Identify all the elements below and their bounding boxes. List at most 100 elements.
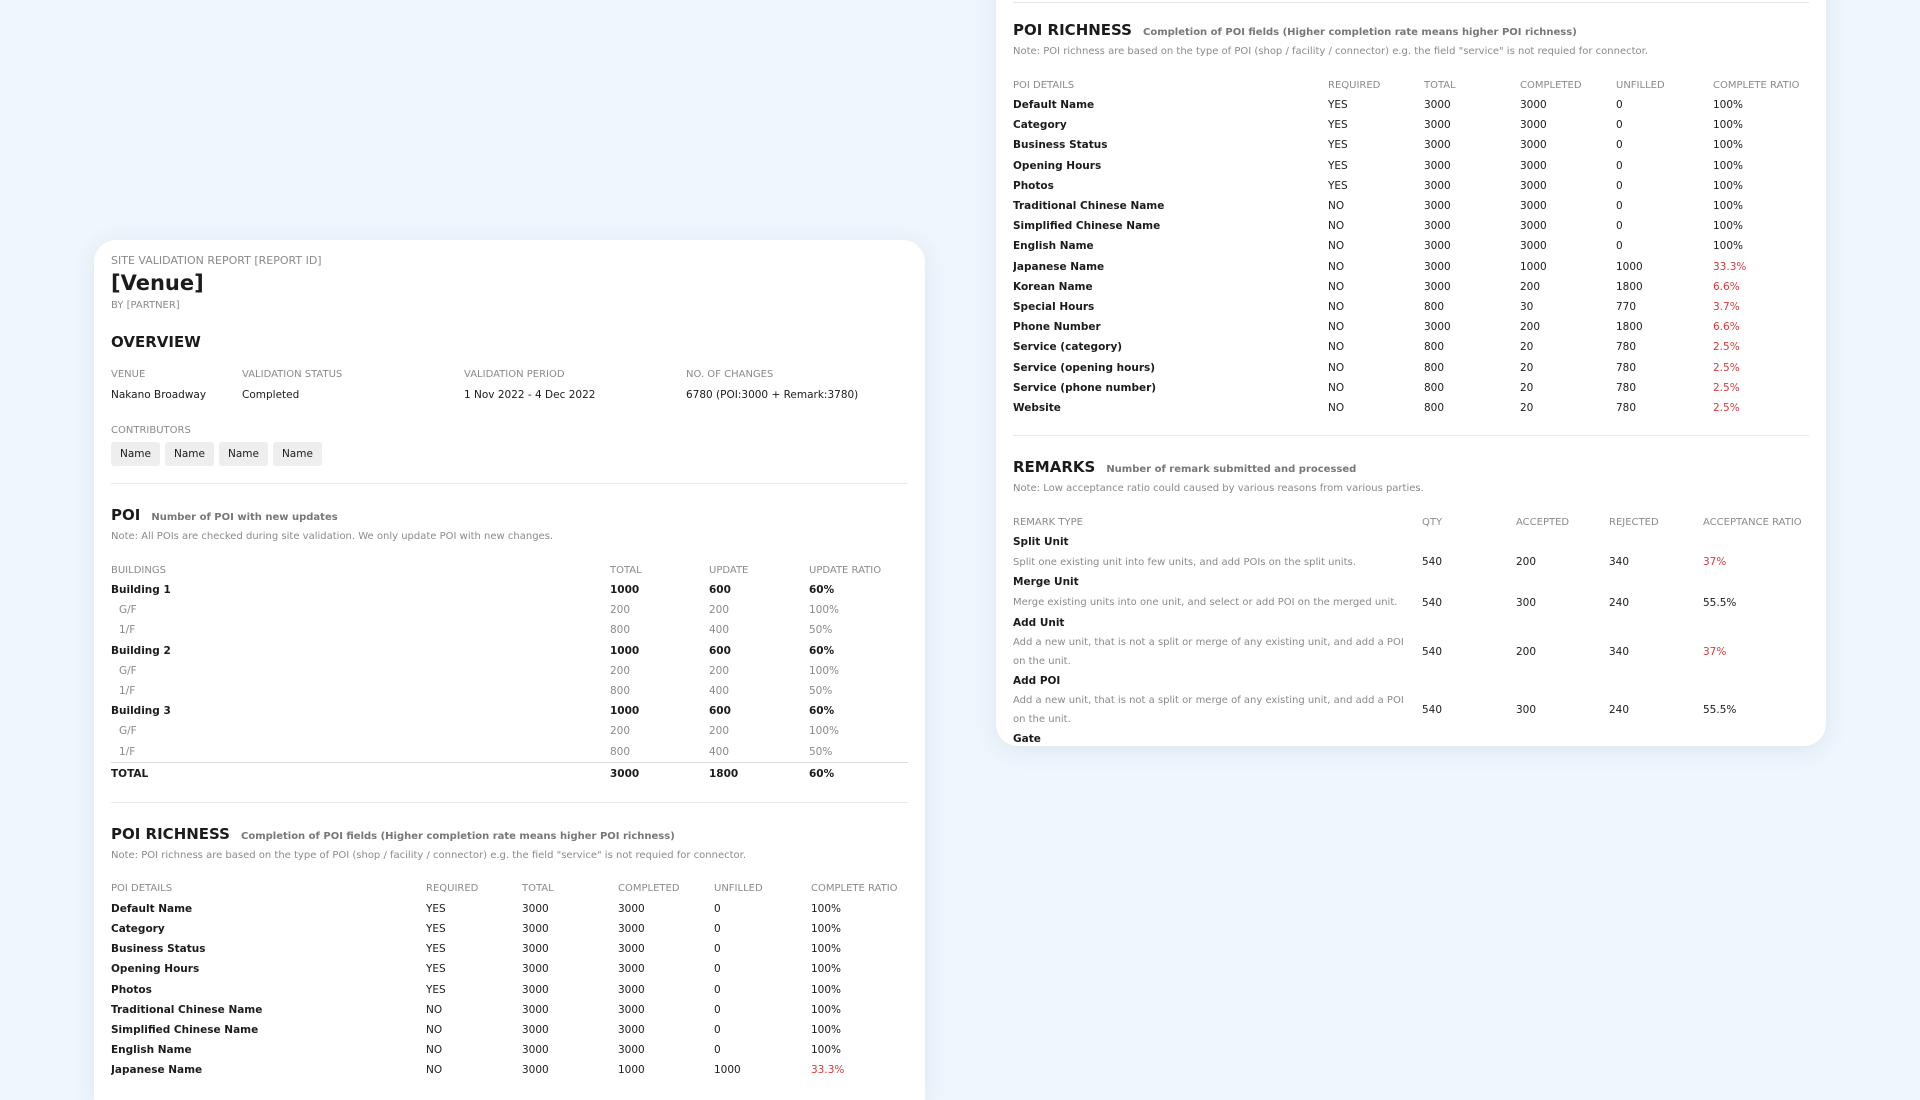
cell-value: 200 — [709, 664, 730, 677]
table-header-row: REMARK TYPE QTY ACCEPTED REJECTED ACCEPTANCE… — [1013, 512, 1809, 532]
cell-value: 200 — [709, 725, 730, 738]
cell-value: 20 — [1520, 361, 1534, 374]
contributor-chip[interactable]: Name — [218, 442, 268, 466]
remark-qty: 540 — [1422, 556, 1443, 569]
remark-type: Add POI — [1013, 675, 1061, 688]
table-row: Opening Hours YES 3000 3000 0 100% — [1013, 156, 1809, 176]
remark-description: Add a new unit, that is not a split or m… — [1013, 636, 1404, 667]
cell-value: 20 — [1520, 341, 1534, 354]
cell-value: 3000 — [1520, 119, 1547, 132]
table-row: Category YES 3000 3000 0 100% — [1013, 115, 1809, 135]
venue-value: Nakano Broadway — [111, 389, 207, 401]
contributor-chip[interactable]: Name — [111, 442, 160, 466]
cell-value: 1000 — [610, 584, 640, 597]
table-header-row: POI DETAILS REQUIRED TOTAL COMPLETED UNFILLE… — [111, 879, 908, 899]
row-label: Traditional Chinese Name — [1013, 200, 1165, 213]
table-row: Service (phone number) NO 800 20 780 2.5% — [1013, 378, 1809, 398]
partner-line: BY [PARTNER] — [111, 300, 180, 311]
table-row: Traditional Chinese Name NO 3000 3000 0 100% — [111, 1000, 908, 1020]
cell-value: NO — [1328, 321, 1345, 334]
cell-value: 1800 — [709, 761, 809, 785]
cell-value: 1000 — [610, 705, 640, 718]
row-label: Japanese Name — [111, 1064, 203, 1077]
richness-note: Note: POI richness are based on the type… — [1013, 46, 1648, 57]
table-row: 1/F 800 400 50% — [111, 620, 908, 640]
cell-value: YES — [1328, 159, 1348, 172]
table-row: Simplified Chinese Name NO 3000 3000 0 100% — [1013, 216, 1809, 236]
remarks-title: REMARKS — [1013, 458, 1096, 476]
table-row: Japanese Name NO 3000 1000 1000 33.3% — [111, 1060, 908, 1080]
remark-type-row: Add POI — [1013, 671, 1809, 691]
table-row: 1/F 800 400 50% — [111, 681, 908, 701]
row-label: G/F — [119, 664, 137, 677]
row-label: Website — [1013, 401, 1061, 414]
table-row: Business Status YES 3000 3000 0 100% — [1013, 135, 1809, 155]
row-label: Traditional Chinese Name — [111, 1003, 263, 1016]
remark-accepted: 200 — [1516, 556, 1537, 569]
cell-value: 3000 — [522, 963, 549, 976]
table-row: Special Hours NO 800 30 770 3.7% — [1013, 297, 1809, 317]
contributor-chip[interactable]: Name — [272, 442, 322, 466]
cell-value: 0 — [1616, 119, 1623, 132]
cell-value: 780 — [1616, 401, 1637, 414]
remark-type: Split Unit — [1013, 536, 1069, 549]
remark-qty: 540 — [1422, 704, 1443, 717]
cell-value: 100% — [811, 1044, 842, 1057]
remark-ratio: 55.5% — [1703, 704, 1737, 717]
cell-value: YES — [426, 963, 446, 976]
cell-value: YES — [426, 902, 446, 915]
cell-value: 3000 — [522, 1064, 549, 1077]
cell-value: 400 — [709, 745, 730, 758]
cell-value: 3000 — [1520, 139, 1547, 152]
column-header: UPDATE — [709, 564, 749, 576]
cell-value: 2.5% — [1713, 361, 1740, 374]
row-label: Phone Number — [1013, 321, 1101, 334]
row-label: Default Name — [111, 902, 193, 915]
table-row: Service (category) NO 800 20 780 2.5% — [1013, 337, 1809, 357]
row-label: Photos — [1013, 179, 1054, 192]
cell-value: 3.7% — [1713, 300, 1740, 313]
table-row: English Name NO 3000 3000 0 100% — [111, 1040, 908, 1060]
richness-title: POI RICHNESS — [1013, 21, 1132, 39]
section-divider — [1013, 2, 1809, 3]
cell-value: YES — [426, 922, 446, 935]
cell-value: NO — [426, 1023, 443, 1036]
cell-value: 600 — [709, 644, 731, 657]
remark-detail-row: Merge existing units into one unit, and … — [1013, 593, 1809, 613]
cell-value: 100% — [811, 983, 842, 996]
table-row: Japanese Name NO 3000 1000 1000 33.3% — [1013, 257, 1809, 277]
cell-value: 50% — [809, 745, 833, 758]
cell-value: 100% — [811, 1003, 842, 1016]
overview-changes: NO. OF CHANGES 6780 (POI:3000 + Remark:3… — [686, 369, 858, 401]
cell-value: 20 — [1520, 381, 1534, 394]
table-row: Website NO 800 20 780 2.5% — [1013, 398, 1809, 418]
cell-value: 33.3% — [811, 1064, 845, 1077]
cell-value: YES — [1328, 139, 1348, 152]
contributors-list: Name Name Name Name — [111, 442, 908, 466]
cell-value: NO — [1328, 260, 1345, 273]
table-row: Traditional Chinese Name NO 3000 3000 0 100% — [1013, 196, 1809, 216]
column-header: UPDATE RATIO — [809, 564, 882, 576]
column-header: TOTAL — [610, 564, 642, 576]
cell-value: 3000 — [522, 902, 549, 915]
row-label: Japanese Name — [1013, 260, 1105, 273]
cell-value: 1000 — [618, 1064, 645, 1077]
row-label: Opening Hours — [111, 963, 200, 976]
column-header: COMPLETE RATIO — [1713, 79, 1800, 91]
column-header: BUILDINGS — [111, 564, 166, 576]
remarks-section-header: REMARKS Number of remark submitted and p… — [1013, 458, 1809, 476]
cell-value: YES — [426, 943, 446, 956]
cell-value: 100% — [1713, 139, 1744, 152]
cell-value: 100% — [811, 1023, 842, 1036]
poi-note: Note: All POIs are checked during site v… — [111, 531, 554, 542]
remark-qty: 540 — [1422, 645, 1443, 658]
table-row: Opening Hours YES 3000 3000 0 100% — [111, 959, 908, 979]
cell-value: 100% — [1713, 99, 1744, 112]
cell-value: 3000 — [1520, 159, 1547, 172]
changes-label: NO. OF CHANGES — [686, 369, 774, 380]
cell-value: 1000 — [610, 644, 640, 657]
contributor-chip[interactable]: Name — [164, 442, 214, 466]
cell-value: 20 — [1520, 401, 1534, 414]
cell-value: 3000 — [1424, 200, 1451, 213]
cell-value: 100% — [811, 922, 842, 935]
